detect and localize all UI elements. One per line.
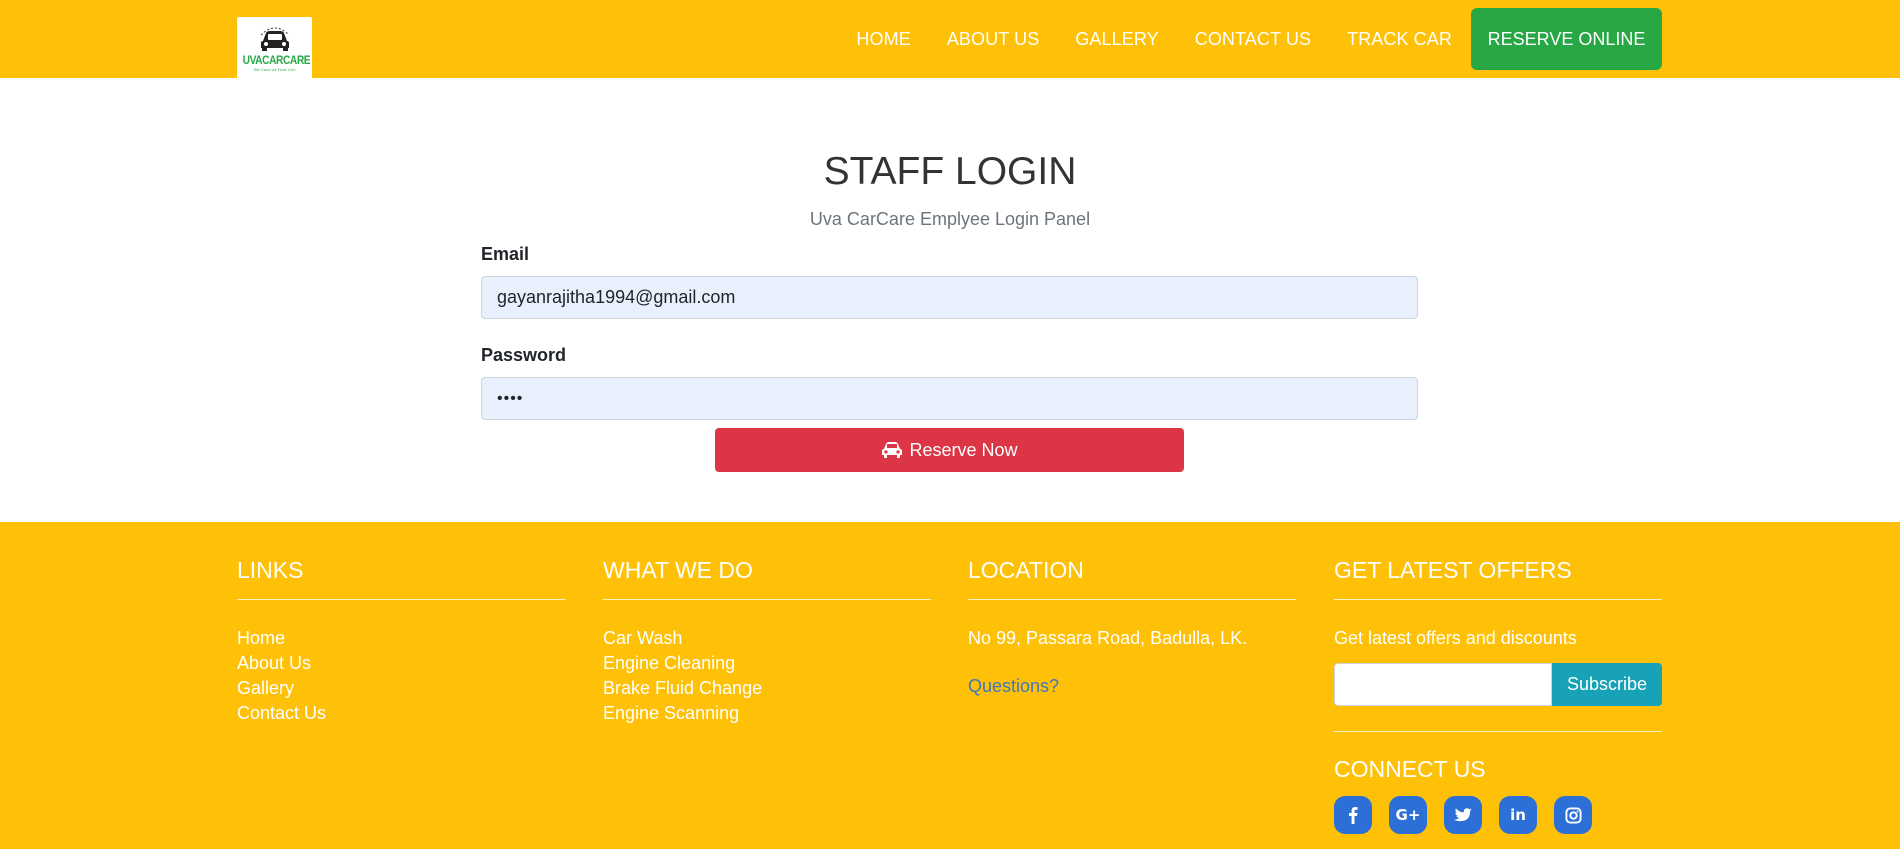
footer-links: LINKS Home About Us Gallery Contact Us: [237, 522, 565, 726]
footer-offers-title: GET LATEST OFFERS: [1334, 557, 1572, 583]
divider: [603, 599, 931, 600]
footer-offers: GET LATEST OFFERS Get latest offers and …: [1334, 522, 1662, 834]
service-item[interactable]: Engine Cleaning: [603, 651, 931, 676]
offers-text: Get latest offers and discounts: [1334, 628, 1577, 648]
social-links: G+ in: [1334, 796, 1662, 834]
footer-what-we-do-title: WHAT WE DO: [603, 557, 753, 583]
footer: LINKS Home About Us Gallery Contact Us W…: [0, 522, 1900, 849]
subscribe-button[interactable]: Subscribe: [1552, 663, 1662, 706]
google-plus-icon[interactable]: G+: [1389, 796, 1427, 834]
linkedin-icon[interactable]: in: [1499, 796, 1537, 834]
footer-location: LOCATION No 99, Passara Road, Badulla, L…: [968, 522, 1296, 697]
reserve-online-button[interactable]: RESERVE ONLINE: [1471, 8, 1662, 70]
page-subtitle: Uva CarCare Emplyee Login Panel: [809, 209, 1091, 229]
footer-link-about-us[interactable]: About Us: [237, 651, 565, 676]
subscribe-email-input[interactable]: [1334, 663, 1552, 706]
footer-location-title: LOCATION: [968, 557, 1084, 583]
email-field[interactable]: gayanrajitha1994@gmail.com: [481, 276, 1418, 319]
logo-brand-text: UVACARCARE: [242, 53, 311, 67]
divider: [968, 599, 1296, 600]
page-title: STAFF LOGIN: [823, 150, 1077, 193]
footer-links-title: LINKS: [237, 557, 304, 583]
main-nav: HOME ABOUT US GALLERY CONTACT US TRACK C…: [838, 0, 1662, 78]
logo[interactable]: UVACARCARE We Care At Your Car: [237, 17, 312, 83]
nav-about-us[interactable]: ABOUT US: [929, 29, 1058, 50]
password-value: ••••: [497, 389, 524, 407]
facebook-icon[interactable]: [1334, 796, 1372, 834]
divider: [237, 599, 565, 600]
service-item[interactable]: Car Wash: [603, 626, 931, 651]
questions-link[interactable]: Questions?: [968, 676, 1296, 697]
divider: [1334, 731, 1662, 732]
address-text: No 99, Passara Road, Badulla, LK.: [968, 628, 1248, 648]
footer-link-contact-us[interactable]: Contact Us: [237, 701, 565, 726]
email-value: gayanrajitha1994@gmail.com: [497, 287, 736, 307]
logo-tagline: We Care At Your Car: [253, 67, 296, 72]
email-label: Email: [481, 244, 530, 264]
reserve-now-button[interactable]: Reserve Now: [715, 428, 1184, 472]
divider: [1334, 599, 1662, 600]
password-field[interactable]: ••••: [481, 377, 1418, 420]
car-logo-icon: [260, 27, 289, 51]
car-icon: [882, 442, 903, 458]
reserve-now-label: Reserve Now: [909, 439, 1018, 460]
password-label: Password: [481, 345, 567, 365]
navbar: UVACARCARE We Care At Your Car HOME ABOU…: [0, 0, 1900, 83]
nav-home[interactable]: HOME: [838, 29, 928, 50]
service-item[interactable]: Engine Scanning: [603, 701, 931, 726]
twitter-icon[interactable]: [1444, 796, 1482, 834]
footer-link-home[interactable]: Home: [237, 626, 565, 651]
login-form: Email gayanrajitha1994@gmail.com Passwor…: [481, 244, 1418, 420]
instagram-icon[interactable]: [1554, 796, 1592, 834]
footer-link-gallery[interactable]: Gallery: [237, 676, 565, 701]
footer-what-we-do: WHAT WE DO Car Wash Engine Cleaning Brak…: [603, 522, 931, 726]
nav-gallery[interactable]: GALLERY: [1057, 29, 1176, 50]
service-item[interactable]: Brake Fluid Change: [603, 676, 931, 701]
connect-us-title: CONNECT US: [1334, 756, 1486, 782]
nav-track-car[interactable]: TRACK CAR: [1329, 29, 1470, 50]
nav-contact-us[interactable]: CONTACT US: [1177, 29, 1329, 50]
subscribe-form: Subscribe: [1334, 663, 1662, 706]
